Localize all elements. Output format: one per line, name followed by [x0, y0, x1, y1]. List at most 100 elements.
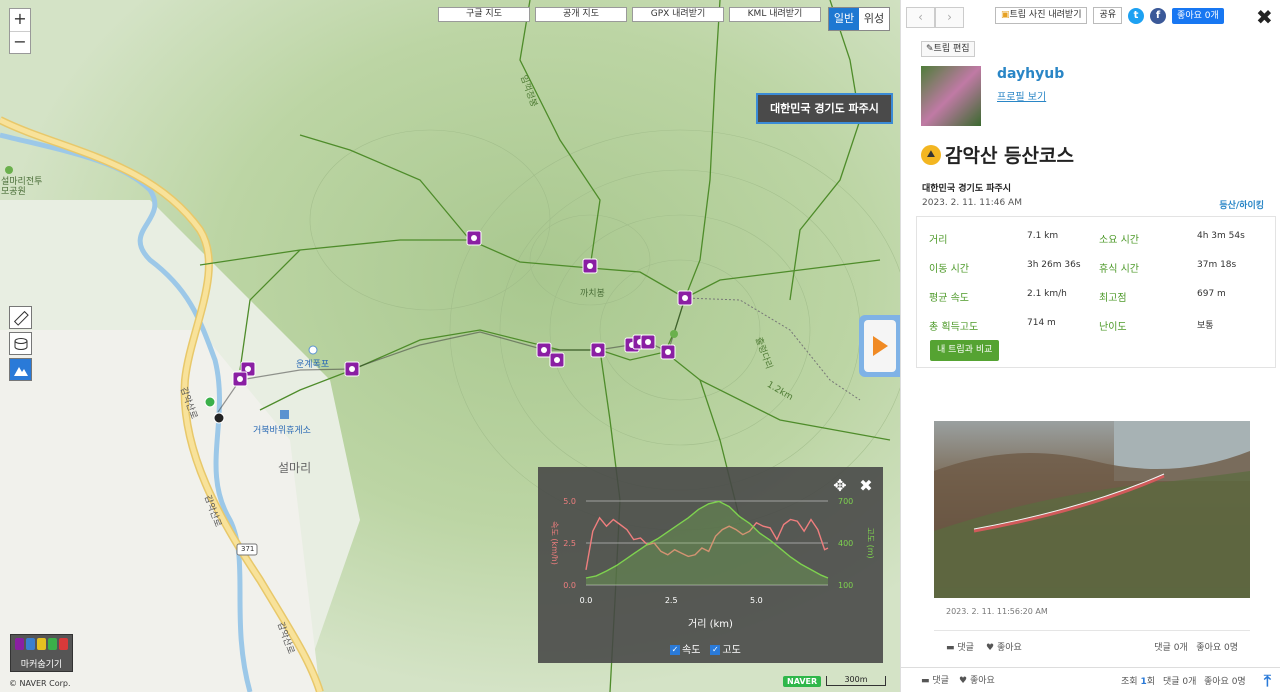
photo-actions: ▬ 댓글 ♥ 좋아요 댓글 0개 좋아요 0명: [934, 630, 1250, 658]
elevation-speed-chart: 0.0 2.5 5.0 100 400 700 0.0 2.5 5.0 속도 (km/h) 고도 (…: [538, 467, 883, 663]
stat-highest-point: 최고점 697 m: [1099, 289, 1226, 304]
ruler-tool-button[interactable]: [9, 306, 32, 329]
map-type-satellite[interactable]: 위성: [859, 8, 889, 30]
footer-views: 조회 1회: [1121, 677, 1155, 687]
map-type-normal[interactable]: 일반: [829, 8, 859, 30]
map-view[interactable]: 설마리전투 모공원 까치봉 운계폭포 거북바위휴게소 설마리 371 감악산로 …: [0, 0, 900, 692]
next-trip-button[interactable]: ›: [935, 7, 964, 28]
share-button[interactable]: 공유: [1093, 7, 1123, 24]
legend-speed[interactable]: ✓ 속도: [670, 641, 700, 656]
trip-stats: 거리 7.1 km 소요 시간 4h 3m 54s 이동 시간 3h 26m 36s …: [916, 216, 1276, 368]
marker-chip: [59, 638, 68, 650]
heart-icon: ♥: [986, 643, 995, 653]
chart-close-icon[interactable]: ✖: [859, 476, 872, 495]
stat-distance: 거리 7.1 km: [929, 231, 1059, 246]
footer-like-button[interactable]: ♥ 좋아요: [959, 673, 995, 686]
photo-comment-button[interactable]: ▬ 댓글: [946, 640, 974, 653]
stat-elevation-gain: 총 획득고도 714 m: [929, 318, 1056, 333]
compare-trip-button[interactable]: 내 트립과 비교: [930, 340, 1000, 361]
zoom-out-button[interactable]: −: [10, 31, 30, 53]
marker-chip: [26, 638, 35, 650]
avatar[interactable]: [921, 66, 981, 126]
stat-moving-time: 이동 시간 3h 26m 36s: [929, 260, 1081, 275]
y-right-tick: 100: [838, 581, 853, 590]
scroll-top-icon[interactable]: ⤒: [1264, 671, 1271, 691]
map-label-town: 설마리: [278, 461, 312, 475]
legend-altitude[interactable]: ✓ 고도: [710, 641, 741, 656]
trip-footer: ▬ 댓글 ♥ 좋아요 조회 1회 댓글 0개 좋아요 0명 ⤒: [901, 667, 1280, 692]
checkbox-icon: ✓: [670, 645, 680, 655]
marker-chip: [37, 638, 46, 650]
map-top-buttons: 구글 지도 공개 지도 GPX 내려받기 KML 내려받기: [438, 7, 826, 22]
comment-icon: ▬: [946, 643, 955, 653]
facebook-icon[interactable]: f: [1150, 7, 1167, 24]
map-tools: [9, 306, 32, 384]
zoom-in-button[interactable]: +: [10, 9, 30, 31]
map-label-rest-area: 거북바위휴게소: [253, 426, 311, 436]
y-left-tick: 5.0: [563, 497, 576, 506]
y-left-tick: 0.0: [563, 581, 576, 590]
chart-legend: ✓ 속도 ✓ 고도: [670, 641, 741, 656]
scale-bar: 300m: [826, 676, 886, 686]
x-tick: 2.5: [665, 596, 678, 605]
stat-difficulty: 난이도 보통: [1099, 321, 1214, 333]
naver-logo: NAVER: [783, 676, 822, 687]
gpx-download-button[interactable]: GPX 내려받기: [632, 7, 724, 22]
comment-icon: ▬: [921, 676, 930, 686]
map-label-peak: 까치봉: [580, 289, 605, 299]
y-left-tick: 2.5: [563, 539, 576, 548]
panel-actions: ▣트립 사진 내려받기 공유 t f 좋아요 0개: [995, 7, 1224, 24]
footer-comment-count: 댓글 0개: [1163, 677, 1197, 687]
panel-toggle-tab[interactable]: [859, 315, 900, 377]
trip-region: 대한민국 경기도 파주시: [922, 184, 1012, 194]
footer-comment-button[interactable]: ▬ 댓글: [921, 673, 949, 686]
hide-markers-label: 마커숨기기: [20, 660, 63, 670]
edit-trip-button[interactable]: ✎트립 편집: [921, 41, 975, 57]
stat-total-time: 소요 시간 4h 3m 54s: [1099, 231, 1245, 246]
chart-xlabel: 거리 (km): [688, 619, 733, 630]
prev-trip-button[interactable]: ‹: [906, 7, 935, 28]
layers-icon: [14, 337, 27, 350]
kml-download-button[interactable]: KML 내려받기: [729, 7, 821, 22]
area-tool-button[interactable]: [9, 332, 32, 355]
ruler-icon: [13, 310, 29, 326]
trip-category[interactable]: 등산/하이킹: [1219, 198, 1264, 211]
elevation-tool-button[interactable]: [9, 358, 32, 381]
photo-like-button[interactable]: ♥ 좋아요: [986, 640, 1022, 653]
pencil-icon: ✎: [926, 44, 934, 54]
twitter-icon[interactable]: t: [1128, 7, 1145, 24]
profile-link[interactable]: 프로필 보기: [997, 88, 1046, 103]
x-tick: 0.0: [580, 596, 593, 605]
chart-canvas: 0.0 2.5 5.0 100 400 700 0.0 2.5 5.0 속도 (km/h) 고도 (…: [550, 476, 875, 605]
photo-date: 2023. 2. 11. 11:56:20 AM: [946, 607, 1048, 616]
location-badge: 대한민국 경기도 파주시: [756, 93, 893, 124]
app-root: 설마리전투 모공원 까치봉 운계폭포 거북바위휴게소 설마리 371 감악산로 …: [0, 0, 1280, 692]
copyright: © NAVER Corp.: [9, 679, 71, 688]
trip-title: 감악산 등산코스: [945, 145, 1074, 167]
trip-nav: ‹ ›: [906, 7, 964, 28]
google-map-button[interactable]: 구글 지도: [438, 7, 530, 22]
move-icon: ✥: [833, 476, 846, 495]
trip-date: 2023. 2. 11. 11:46 AM: [922, 198, 1022, 208]
zoom-control: + −: [9, 8, 31, 54]
trip-photo[interactable]: [934, 421, 1250, 598]
username[interactable]: dayhyub: [997, 66, 1064, 82]
x-tick: 5.0: [750, 596, 763, 605]
trip-detail-panel: ‹ › ▣트립 사진 내려받기 공유 t f 좋아요 0개 ✖ ✎트립 편집 d…: [900, 0, 1280, 692]
download-photos-button[interactable]: ▣트립 사진 내려받기: [995, 7, 1088, 24]
marker-chip: [48, 638, 57, 650]
map-label-waterfall: 운계폭포: [296, 360, 330, 370]
footer-like-count: 좋아요 0명: [1204, 677, 1246, 687]
map-label-memorial: 설마리전투 모공원: [1, 177, 43, 197]
photo-icon: ▣: [1001, 10, 1010, 20]
trip-title-row: ⛰ 감악산 등산코스: [921, 141, 1074, 168]
stat-avg-speed: 평균 속도 2.1 km/h: [929, 289, 1067, 304]
map-route-number: 371: [241, 545, 255, 553]
y-right-tick: 700: [838, 497, 853, 506]
public-map-button[interactable]: 공개 지도: [535, 7, 627, 22]
y-left-label: 속도 (km/h): [550, 521, 559, 565]
mountain-icon: [13, 366, 28, 376]
close-icon[interactable]: ✖: [1256, 5, 1273, 29]
facebook-like-button[interactable]: 좋아요 0개: [1172, 7, 1224, 24]
hide-markers-button[interactable]: 마커숨기기: [10, 634, 73, 672]
